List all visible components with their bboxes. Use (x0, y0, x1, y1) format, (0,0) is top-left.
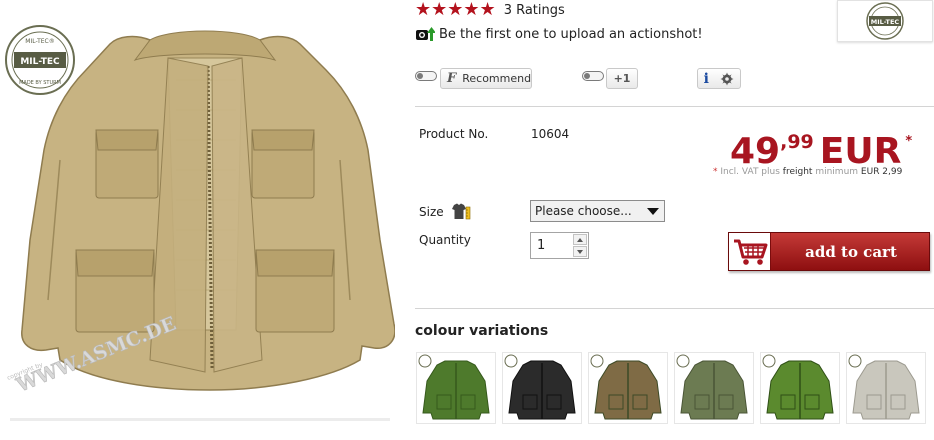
jacket-thumbnail-icon (590, 354, 662, 420)
price-decimals: 99 (787, 131, 814, 153)
rating-stars-icon[interactable]: ★★★★★ (415, 1, 496, 19)
jacket-thumbnail-icon (848, 354, 920, 420)
vat-minimum: minimum (815, 167, 859, 177)
freight-link[interactable]: freight (783, 167, 813, 177)
price-currency: EUR (819, 131, 902, 172)
jacket-thumbnail-icon (676, 354, 748, 420)
quantity-value[interactable]: 1 (537, 238, 545, 253)
vat-note: * Incl. VAT plus freight minimum EUR 2,9… (713, 167, 902, 177)
divider-bottom (415, 308, 934, 309)
vat-text: Incl. VAT plus (720, 167, 780, 177)
brand-logo[interactable]: MIL-TEC (837, 0, 933, 42)
gplus-button[interactable]: +1 (606, 68, 638, 89)
vat-asterisk: * (713, 167, 718, 177)
social-toolbar: F Recommend +1 i (0, 68, 934, 92)
colour-variation-thumb[interactable] (760, 352, 840, 424)
colour-variation-thumb[interactable] (588, 352, 668, 424)
gplus-label: +1 (613, 72, 631, 85)
svg-text:MIL-TEC®: MIL-TEC® (25, 38, 54, 45)
add-to-cart-label: add to cart (805, 243, 897, 261)
product-number-value: 10604 (531, 127, 570, 141)
cart-icon-box (729, 233, 771, 270)
gear-icon[interactable] (720, 72, 734, 86)
social-info-settings[interactable]: i (697, 68, 741, 89)
colour-variation-thumb[interactable] (674, 352, 754, 424)
size-select-value: Please choose... (535, 204, 632, 218)
size-label: Size (419, 205, 444, 219)
product-number-label: Product No. (419, 127, 489, 141)
chevron-down-icon (647, 208, 659, 215)
facebook-recommend-label: Recommend (462, 72, 532, 85)
facebook-recommend-button[interactable]: F Recommend (440, 68, 532, 89)
colour-variation-thumb[interactable] (846, 352, 926, 424)
camera-upload-icon (416, 27, 435, 41)
image-shadow (10, 418, 390, 421)
gplus-privacy-toggle[interactable] (582, 71, 604, 81)
colour-variation-thumb[interactable] (502, 352, 582, 424)
brand-logo-text: MIL-TEC (871, 18, 900, 26)
jacket-thumbnail-icon (418, 354, 490, 420)
size-chart-icon[interactable] (451, 203, 471, 220)
ratings-count[interactable]: 3 Ratings (504, 3, 565, 18)
shopping-cart-icon (734, 239, 768, 265)
price: 49,99 EUR * (730, 122, 912, 172)
quantity-increment-button[interactable] (573, 234, 587, 245)
info-icon[interactable]: i (704, 71, 709, 87)
ratings[interactable]: ★★★★★ 3 Ratings (415, 1, 565, 19)
divider-top (415, 106, 934, 107)
jacket-thumbnail-icon (504, 354, 576, 420)
colour-variation-thumb[interactable] (416, 352, 496, 424)
facebook-icon: F (447, 71, 457, 86)
jacket-thumbnail-icon (762, 354, 834, 420)
price-integer: 49 (730, 131, 781, 172)
price-asterisk: * (905, 134, 913, 149)
size-select[interactable]: Please choose... (530, 200, 665, 222)
product-image[interactable]: MIL-TEC MIL-TEC® MADE BY STURM WWW.ASMC.… (0, 0, 395, 420)
colour-variations-title: colour variations (415, 323, 549, 339)
add-to-cart-button[interactable]: add to cart (728, 232, 930, 271)
quantity-stepper[interactable]: 1 (530, 232, 589, 259)
quantity-decrement-button[interactable] (573, 246, 587, 257)
quantity-label: Quantity (419, 233, 471, 247)
logo-text-top: MIL-TEC (20, 57, 60, 67)
freight-amount: EUR 2,99 (860, 167, 903, 177)
actionshot-link[interactable]: Be the first one to upload an actionshot… (415, 26, 703, 42)
actionshot-text[interactable]: Be the first one to upload an actionshot… (439, 27, 703, 42)
facebook-privacy-toggle[interactable] (415, 71, 437, 81)
